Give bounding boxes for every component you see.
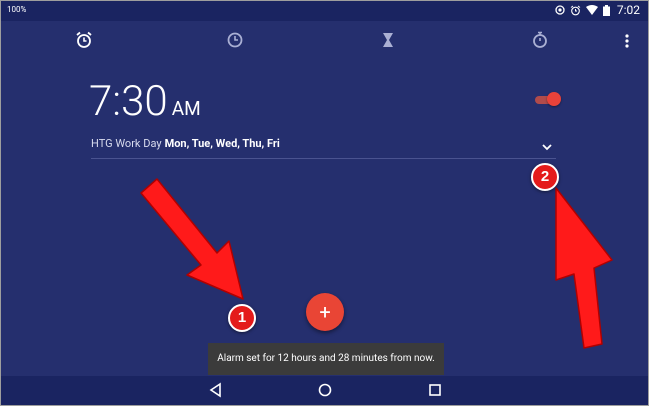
recents-icon [429, 384, 441, 396]
annotation-badge-2: 2 [531, 163, 559, 191]
status-time: 7:02 [616, 3, 640, 17]
tab-alarm[interactable] [74, 30, 94, 50]
annotation-arrow-2 [555, 187, 613, 349]
overflow-menu-button[interactable] [621, 31, 633, 51]
tab-bar [1, 21, 648, 61]
device-screen: 100% 7:02 7:30 AM HTG Work Day Mon, Tue,… [0, 0, 649, 406]
navigation-bar [1, 376, 648, 405]
back-button[interactable] [208, 382, 224, 398]
more-vert-icon [625, 34, 629, 48]
home-button[interactable] [317, 382, 333, 398]
hourglass-icon [383, 33, 393, 47]
alarm-ampm: AM [171, 97, 201, 120]
home-icon [318, 383, 332, 397]
alarm-toggle[interactable] [535, 92, 561, 108]
alarm-time-value: 7:30 [89, 77, 168, 126]
toggle-thumb [547, 92, 561, 106]
alarm-label-row[interactable]: HTG Work Day Mon, Tue, Wed, Thu, Fri [91, 137, 280, 150]
alarm-time[interactable]: 7:30 AM [89, 77, 201, 126]
tab-stopwatch[interactable] [530, 30, 550, 50]
add-alarm-button[interactable]: + [306, 293, 344, 331]
wifi-icon [585, 5, 598, 15]
alarm-divider [91, 158, 556, 159]
recents-button[interactable] [427, 382, 443, 398]
back-icon [209, 382, 221, 398]
annotation-badge-1: 1 [228, 304, 256, 332]
toast-message: Alarm set for 12 hours and 28 minutes fr… [208, 343, 444, 375]
alarm-label: HTG Work Day [91, 137, 162, 150]
annotation-arrow-1 [140, 178, 244, 300]
battery-percent: 100% [7, 5, 27, 14]
sync-icon [555, 5, 565, 15]
clock-icon [227, 32, 243, 48]
chevron-down-icon [542, 144, 552, 151]
tab-timer[interactable] [378, 30, 398, 50]
tab-clock[interactable] [225, 30, 245, 50]
expand-button[interactable] [541, 137, 553, 151]
status-bar: 100% 7:02 [1, 1, 648, 21]
alarm-days: Mon, Tue, Wed, Thu, Fri [164, 137, 280, 150]
battery-icon [602, 4, 610, 16]
alarm-clock-icon [76, 31, 92, 48]
alarm-icon [570, 5, 581, 15]
stopwatch-icon [533, 31, 547, 48]
